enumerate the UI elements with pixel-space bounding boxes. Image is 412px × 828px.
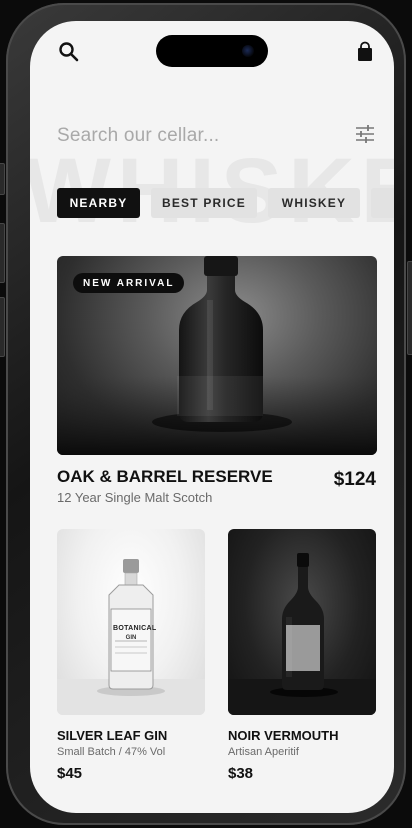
- new-arrival-badge: NEW ARRIVAL: [73, 273, 185, 293]
- featured-product-name[interactable]: OAK & BARREL RESERVE: [57, 467, 273, 487]
- featured-product-subtitle: 12 Year Single Malt Scotch: [57, 490, 213, 505]
- product-image-vermouth[interactable]: [228, 529, 376, 715]
- phone-frame: WHISKEY Search our cellar...: [0, 3, 412, 825]
- silent-switch: [0, 163, 5, 195]
- shopping-bag-icon[interactable]: [354, 41, 376, 63]
- volume-up-button: [0, 223, 5, 283]
- product-price-vermouth: $38: [228, 765, 254, 782]
- product-price-gin: $45: [57, 765, 83, 782]
- chip-whiskey[interactable]: WHISKEY: [268, 188, 360, 218]
- sliders-icon[interactable]: [355, 124, 375, 144]
- featured-product-image[interactable]: NEW ARRIVAL: [57, 256, 377, 455]
- camera-icon: [242, 45, 254, 57]
- app-screen: WHISKEY Search our cellar...: [30, 21, 394, 813]
- power-button: [407, 261, 412, 355]
- chip-nearby[interactable]: NEARBY: [57, 188, 140, 218]
- product-subtitle-vermouth: Artisan Aperitif: [228, 746, 299, 758]
- gin-label-text: BOTANICAL: [113, 625, 157, 632]
- dynamic-island: [156, 35, 268, 67]
- product-name-gin[interactable]: SILVER LEAF GIN: [57, 728, 167, 743]
- featured-product-price: $124: [333, 469, 376, 490]
- search-input[interactable]: Search our cellar...: [57, 125, 219, 147]
- chip-more[interactable]: [371, 188, 394, 218]
- product-subtitle-gin: Small Batch / 47% Vol: [57, 746, 166, 758]
- chip-best-price[interactable]: BEST PRICE: [151, 188, 257, 218]
- volume-down-button: [0, 297, 5, 357]
- product-image-gin[interactable]: BOTANICAL GIN: [57, 529, 205, 715]
- product-name-vermouth[interactable]: NOIR VERMOUTH: [228, 728, 339, 743]
- search-icon[interactable]: [58, 41, 80, 63]
- gin-label-subtext: GIN: [125, 635, 137, 641]
